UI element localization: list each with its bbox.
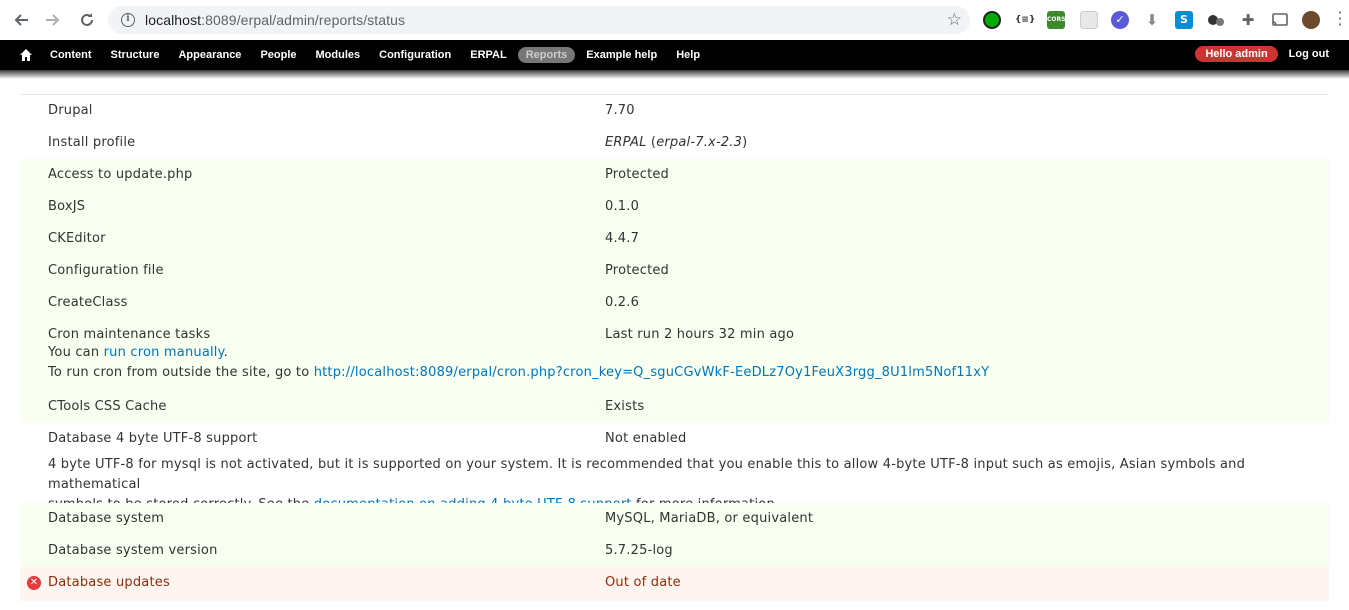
green-circle-extension-icon[interactable] [983,11,1001,29]
toolbar-item-help[interactable]: Help [668,47,708,63]
status-title: Drupal [48,103,93,118]
status-value: 0.2.6 [605,295,640,310]
desc-text: To run cron from outside the site, go to [48,365,314,380]
toolbar-item-example-help[interactable]: Example help [578,47,665,63]
status-title: BoxJS [48,199,86,214]
desc-text: 4 byte UTF-8 for mysql is not activated,… [48,457,1246,492]
url-text[interactable]: localhost:8089/erpal/admin/reports/statu… [145,12,405,28]
status-description: You can run cron manually. To run cron f… [48,343,989,383]
info-icon[interactable]: i [121,13,135,27]
cors-icon[interactable]: CORS [1047,11,1065,29]
puzzle-icon[interactable]: ✚ [1239,11,1257,29]
status-row-cron: Cron maintenance tasks Last run 2 hours … [20,319,1329,391]
toolbar-item-content[interactable]: Content [42,47,100,63]
status-value: 4.4.7 [605,231,640,246]
home-icon[interactable] [19,48,33,62]
toolbar-item-people[interactable]: People [252,47,304,63]
status-title: Install profile [48,135,136,150]
bookmark-star-icon[interactable]: ☆ [947,10,962,30]
status-title: Access to update.php [48,167,193,182]
forward-arrow-icon[interactable] [42,9,64,31]
run-cron-link[interactable]: run cron manually [104,345,224,360]
status-title: Configuration file [48,263,164,278]
status-title: Database system [48,511,165,526]
status-row-access-update: Access to update.php Protected [20,159,1329,191]
status-value: 5.7.25-log [605,543,673,558]
menu-dots-icon[interactable]: · · · [1337,5,1343,33]
status-row-boxjs: BoxJS 0.1.0 [20,191,1329,223]
status-row-db-updates: ✕ Database updates Out of date [20,567,1329,601]
desc-text: You can [48,345,104,360]
status-row-db-system: Database system MySQL, MariaDB, or equiv… [20,503,1329,535]
status-row-ctools: CTools CSS Cache Exists [20,391,1329,423]
toolbar-item-configuration[interactable]: Configuration [371,47,459,63]
toolbar-user-area: Hello admin Log out [1195,46,1329,62]
json-viewer-icon[interactable]: {≡} [1015,11,1035,29]
error-icon: ✕ [27,576,41,590]
status-row-drupal: Drupal 7.70 [20,95,1329,127]
status-row-ckeditor: CKEditor 4.4.7 [20,223,1329,255]
status-row-config-file: Configuration file Protected [20,255,1329,287]
browser-chrome: i localhost:8089/erpal/admin/reports/sta… [0,0,1349,40]
check-circle-extension-icon[interactable]: ✓ [1111,11,1129,29]
reload-icon[interactable] [76,9,98,31]
profile-version: erpal-7.x-2.3 [656,135,743,150]
download-icon[interactable]: ⬇ [1143,11,1161,29]
status-value: Last run 2 hours 32 min ago [605,327,795,342]
status-value: MySQL, MariaDB, or equivalent [605,511,814,526]
status-title: CreateClass [48,295,128,310]
spheres-extension-icon[interactable] [1207,11,1225,29]
status-value: 7.70 [605,103,635,118]
toolbar-item-erpal[interactable]: ERPAL [462,47,514,63]
status-title: Database system version [48,543,218,558]
status-title: CKEditor [48,231,106,246]
status-title: Cron maintenance tasks [48,327,211,342]
toolbar-item-modules[interactable]: Modules [308,47,369,63]
status-value: Protected [605,263,670,278]
status-value: 0.1.0 [605,199,640,214]
admin-toolbar: Content Structure Appearance People Modu… [0,40,1349,79]
logout-link[interactable]: Log out [1289,48,1329,60]
toolbar-item-reports[interactable]: Reports [517,47,576,63]
desc-text: . [223,345,228,360]
status-row-install-profile: Install profile ERPAL (erpal-7.x-2.3) [20,127,1329,159]
status-row-utf8: Database 4 byte UTF-8 support Not enable… [20,423,1329,512]
status-report-table: Drupal 7.70 Install profile ERPAL (erpal… [20,94,1329,601]
address-bar[interactable]: i localhost:8089/erpal/admin/reports/sta… [108,6,970,34]
cron-url-link[interactable]: http://localhost:8089/erpal/cron.php?cro… [314,365,990,380]
toolbar-item-structure[interactable]: Structure [103,47,168,63]
status-value: ERPAL (erpal-7.x-2.3) [605,135,748,150]
status-title: Database 4 byte UTF-8 support [48,431,258,446]
back-arrow-icon[interactable] [10,9,32,31]
status-value: Exists [605,399,645,414]
status-title: Database updates [48,575,170,590]
status-row-db-version: Database system version 5.7.25-log [20,535,1329,567]
grid-extension-icon[interactable] [1080,11,1098,29]
status-value: Out of date [605,575,681,590]
status-row-createclass: CreateClass 0.2.6 [20,287,1329,319]
skype-icon[interactable]: S [1175,11,1193,29]
hello-user-badge[interactable]: Hello admin [1195,46,1278,62]
status-title: CTools CSS Cache [48,399,167,414]
cast-icon[interactable] [1271,11,1289,29]
status-value: Protected [605,167,670,182]
status-value: Not enabled [605,431,687,446]
avatar[interactable] [1302,11,1320,29]
profile-name: ERPAL [605,135,647,150]
toolbar-item-appearance[interactable]: Appearance [170,47,249,63]
